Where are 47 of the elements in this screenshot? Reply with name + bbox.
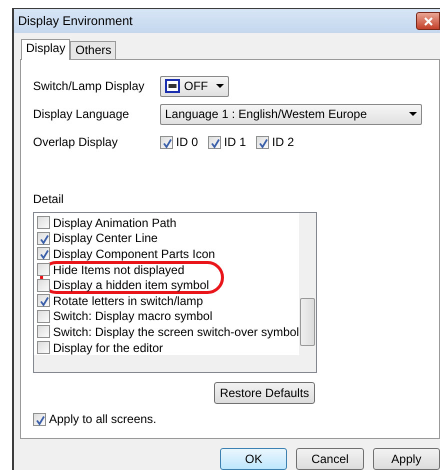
checkbox[interactable] xyxy=(37,263,50,276)
vertical-scrollbar[interactable] xyxy=(299,213,316,355)
horizontal-scrollbar[interactable] xyxy=(34,355,316,372)
lamp-icon xyxy=(165,79,180,93)
checkbox[interactable] xyxy=(37,216,50,230)
checkbox[interactable] xyxy=(33,412,46,426)
field-label: Overlap Display xyxy=(33,134,119,151)
checkbox[interactable] xyxy=(37,247,50,260)
scroll-thumb[interactable] xyxy=(300,298,315,346)
checkbox-label: Apply to all screens. xyxy=(49,411,156,428)
field-label: Display Language xyxy=(33,106,130,123)
checkbox-label: Display Component Parts Icon xyxy=(53,246,216,263)
checkbox-label: ID 1 xyxy=(224,134,246,151)
checkbox-label: ID 2 xyxy=(272,134,294,151)
dialog-button[interactable]: Apply xyxy=(372,448,440,470)
tab[interactable]: Display xyxy=(21,39,70,60)
checkbox-label: Display for the editor xyxy=(53,340,164,355)
checkbox[interactable] xyxy=(256,136,270,148)
checkbox-label: Display a hidden item symbol xyxy=(53,277,210,294)
checkbox[interactable] xyxy=(37,325,50,338)
section-label: Detail xyxy=(33,191,65,208)
dialog-button[interactable]: Cancel xyxy=(296,448,364,470)
checkbox[interactable] xyxy=(37,294,50,308)
checkbox[interactable] xyxy=(160,136,173,148)
checkbox[interactable] xyxy=(208,136,222,148)
checkbox[interactable] xyxy=(37,232,50,245)
caret-icon xyxy=(409,112,417,116)
checkbox[interactable] xyxy=(37,310,50,323)
tab[interactable]: Others xyxy=(70,41,116,59)
checkbox-label: Switch: Display the screen switch-over symbol xyxy=(53,324,299,341)
checkbox[interactable] xyxy=(37,341,50,354)
restore-defaults-button[interactable]: Restore Defaults xyxy=(214,382,315,404)
close-button[interactable] xyxy=(416,12,440,30)
checkbox-label: Switch: Display macro symbol xyxy=(53,308,212,326)
window-title: Display Environment xyxy=(18,12,133,30)
checkbox-label: Hide Items not displayed xyxy=(53,262,184,279)
language-dropdown[interactable]: Language 1 : English/Westem Europe xyxy=(160,104,422,124)
checkbox-label: Display Center Line xyxy=(53,230,158,248)
caret-icon xyxy=(216,84,224,88)
checkbox-label: Display Animation Path xyxy=(53,214,176,232)
checkbox-label: ID 0 xyxy=(176,134,198,151)
field-label: Switch/Lamp Display xyxy=(33,78,146,95)
lamp-style-dropdown[interactable]: OFF xyxy=(160,76,229,96)
close-icon xyxy=(424,16,432,26)
dialog-button[interactable]: OK xyxy=(220,448,288,470)
checkbox[interactable] xyxy=(37,278,50,292)
checkbox-label: Rotate letters in switch/lamp xyxy=(53,292,204,310)
